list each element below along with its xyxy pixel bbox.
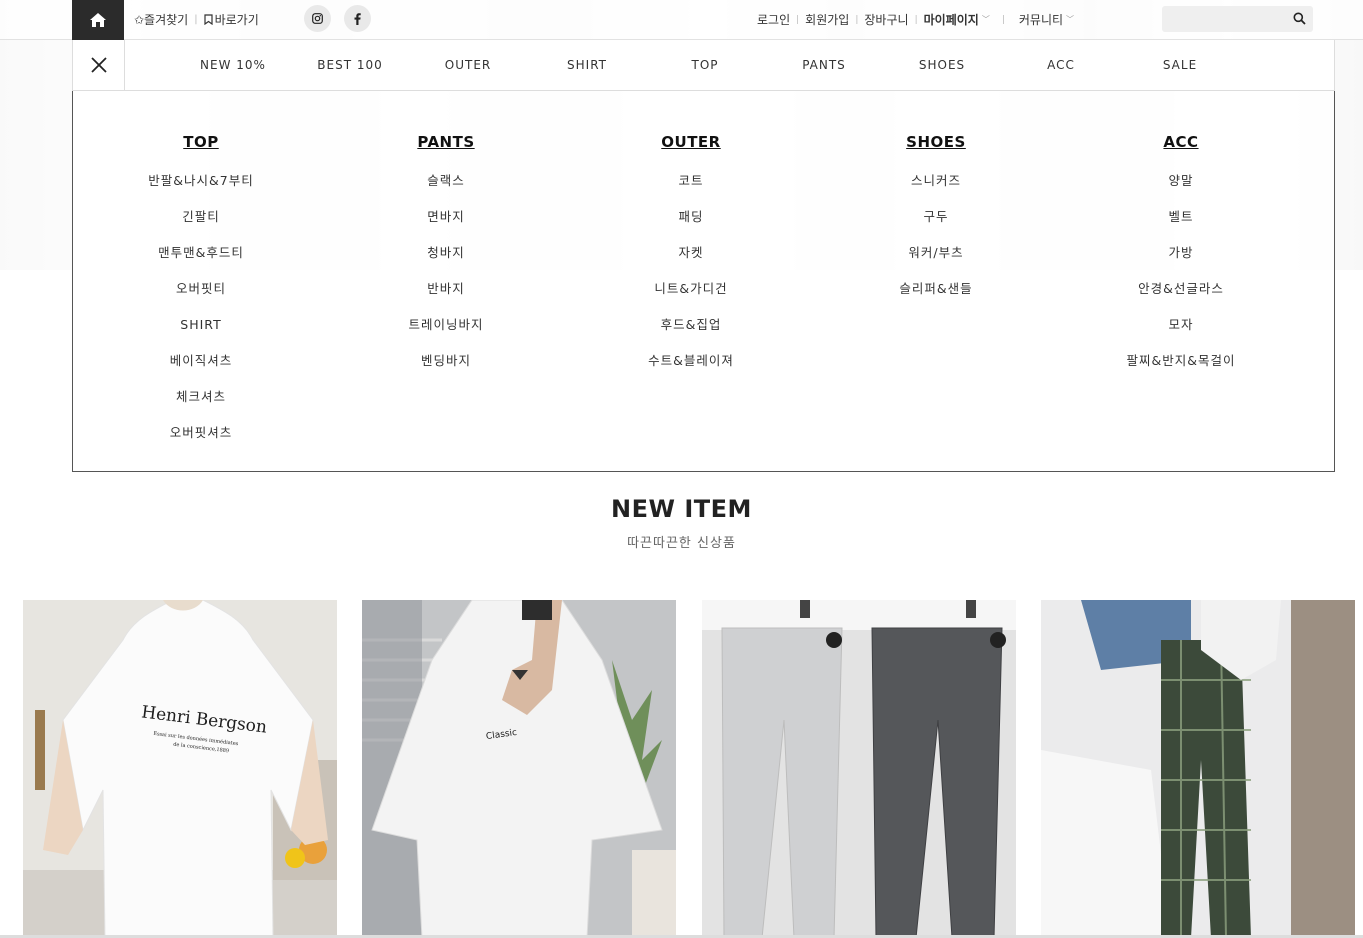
login-link[interactable]: 로그인: [757, 11, 790, 28]
mega-item[interactable]: 오버핏티: [101, 280, 301, 316]
mega-item[interactable]: 청바지: [346, 244, 546, 280]
mega-item[interactable]: 패딩: [591, 208, 791, 244]
mega-item[interactable]: 벨트: [1081, 208, 1281, 244]
section-subtitle: 따끈따끈한 신상품: [627, 536, 736, 551]
mega-item[interactable]: 면바지: [346, 208, 546, 244]
mega-item[interactable]: 스니커즈: [836, 172, 1036, 208]
mega-item[interactable]: 수트&블레이져: [591, 352, 791, 388]
mega-item[interactable]: 니트&가디건: [591, 280, 791, 316]
divider: |: [1001, 14, 1005, 25]
favorites-link[interactable]: ✩즐겨찾기: [134, 11, 188, 28]
nav-item-outer[interactable]: OUTER: [445, 58, 491, 72]
facebook-icon: [354, 12, 361, 25]
category-nav: NEW 10% BEST 100 OUTER SHIRT TOP PANTS S…: [72, 40, 1335, 91]
divider: |: [914, 14, 918, 25]
product-card[interactable]: Classic: [362, 600, 676, 938]
mega-item[interactable]: 베이직셔츠: [101, 352, 301, 388]
search-input[interactable]: [1162, 7, 1282, 31]
mega-item[interactable]: 오버핏셔츠: [101, 424, 301, 460]
instagram-icon: [312, 13, 323, 24]
mega-column-pants: PANTS 슬랙스 면바지 청바지 반바지 트레이닝바지 벤딩바지: [346, 133, 546, 388]
mega-heading-shoes[interactable]: SHOES: [836, 133, 1036, 151]
product-card[interactable]: [1041, 600, 1355, 938]
mega-item[interactable]: SHIRT: [101, 316, 301, 352]
divider: |: [796, 14, 800, 25]
top-utility-bar: ✩즐겨찾기 | 바로가기 로그인 | 회원가입 | 장바구니 | 마이페이지 ﹀…: [0, 0, 1363, 40]
facebook-button[interactable]: [344, 5, 371, 32]
nav-item-pants[interactable]: PANTS: [802, 58, 846, 72]
section-title: NEW ITEM: [611, 495, 752, 523]
product-image: [23, 600, 337, 938]
join-link[interactable]: 회원가입: [805, 11, 849, 28]
instagram-button[interactable]: [304, 5, 331, 32]
divider: |: [855, 14, 859, 25]
bookmark-icon: [203, 14, 213, 25]
shortcut-link[interactable]: 바로가기: [203, 11, 259, 28]
community-link[interactable]: 커뮤니티: [1019, 11, 1063, 28]
mega-item[interactable]: 모자: [1081, 316, 1281, 352]
search-box: [1162, 6, 1313, 32]
product-image: [362, 600, 676, 938]
mega-item[interactable]: 양말: [1081, 172, 1281, 208]
mega-item[interactable]: 팔찌&반지&목걸이: [1081, 352, 1281, 388]
util-links-right: 로그인 | 회원가입 | 장바구니 | 마이페이지 ﹀ | 커뮤니티 ﹀: [757, 11, 1074, 28]
nav-item-shoes[interactable]: SHOES: [919, 58, 965, 72]
mega-item[interactable]: 긴팔티: [101, 208, 301, 244]
mega-column-top: TOP 반팔&나시&7부티 긴팔티 맨투맨&후드티 오버핏티 SHIRT 베이직…: [101, 133, 301, 460]
mega-item[interactable]: 슬랙스: [346, 172, 546, 208]
mega-item[interactable]: 구두: [836, 208, 1036, 244]
cart-link[interactable]: 장바구니: [864, 11, 908, 28]
home-icon: [90, 13, 106, 27]
mega-item[interactable]: 슬리퍼&샌들: [836, 280, 1036, 316]
mega-menu: TOP 반팔&나시&7부티 긴팔티 맨투맨&후드티 오버핏티 SHIRT 베이직…: [72, 91, 1335, 472]
mega-heading-acc[interactable]: ACC: [1081, 133, 1281, 151]
mypage-link[interactable]: 마이페이지: [924, 11, 979, 28]
close-menu-button[interactable]: [73, 40, 125, 90]
mega-heading-outer[interactable]: OUTER: [591, 133, 791, 151]
mega-column-outer: OUTER 코트 패딩 자켓 니트&가디건 후드&집업 수트&블레이져: [591, 133, 791, 388]
mega-heading-pants[interactable]: PANTS: [346, 133, 546, 151]
mega-item[interactable]: 반팔&나시&7부티: [101, 172, 301, 208]
mega-column-acc: ACC 양말 벨트 가방 안경&선글라스 모자 팔찌&반지&목걸이: [1081, 133, 1281, 388]
close-icon: [90, 57, 107, 73]
mega-heading-top[interactable]: TOP: [101, 133, 301, 151]
search-icon[interactable]: [1293, 12, 1306, 25]
mega-item[interactable]: 후드&집업: [591, 316, 791, 352]
home-button[interactable]: [72, 0, 124, 40]
nav-item-best[interactable]: BEST 100: [317, 58, 382, 72]
mega-column-shoes: SHOES 스니커즈 구두 워커/부츠 슬리퍼&샌들: [836, 133, 1036, 316]
nav-item-acc[interactable]: ACC: [1047, 58, 1075, 72]
shortcut-label: 바로가기: [214, 13, 259, 27]
mega-item[interactable]: 자켓: [591, 244, 791, 280]
mega-item[interactable]: 반바지: [346, 280, 546, 316]
product-card[interactable]: [702, 600, 1016, 938]
chevron-down-icon: ﹀: [981, 15, 990, 24]
mega-item[interactable]: 트레이닝바지: [346, 316, 546, 352]
nav-item-top[interactable]: TOP: [691, 58, 718, 72]
mega-item[interactable]: 코트: [591, 172, 791, 208]
favorites-label: ✩즐겨찾기: [134, 13, 189, 27]
mega-item[interactable]: 맨투맨&후드티: [101, 244, 301, 280]
product-card[interactable]: Henri Bergson Essai sur les données immé…: [23, 600, 337, 938]
product-image: [1041, 600, 1355, 938]
product-image: [702, 600, 1016, 938]
nav-item-shirt[interactable]: SHIRT: [567, 58, 607, 72]
nav-item-new[interactable]: NEW 10%: [200, 58, 266, 72]
util-links-left: ✩즐겨찾기 | 바로가기: [134, 11, 259, 28]
mega-item[interactable]: 벤딩바지: [346, 352, 546, 388]
divider: |: [194, 14, 198, 25]
nav-item-sale[interactable]: SALE: [1163, 58, 1197, 72]
mega-item[interactable]: 가방: [1081, 244, 1281, 280]
mega-item[interactable]: 워커/부츠: [836, 244, 1036, 280]
chevron-down-icon: ﹀: [1066, 15, 1075, 24]
mega-item[interactable]: 체크셔츠: [101, 388, 301, 424]
mega-item[interactable]: 안경&선글라스: [1081, 280, 1281, 316]
